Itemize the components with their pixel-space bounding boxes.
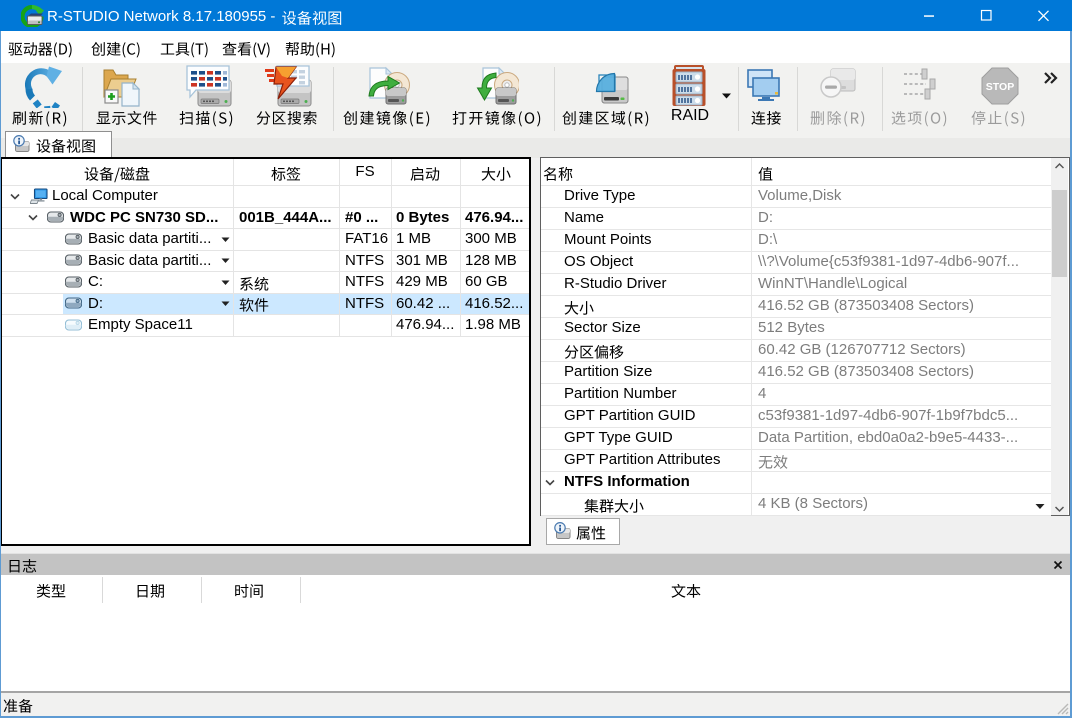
svg-text:STOP: STOP	[986, 81, 1014, 93]
